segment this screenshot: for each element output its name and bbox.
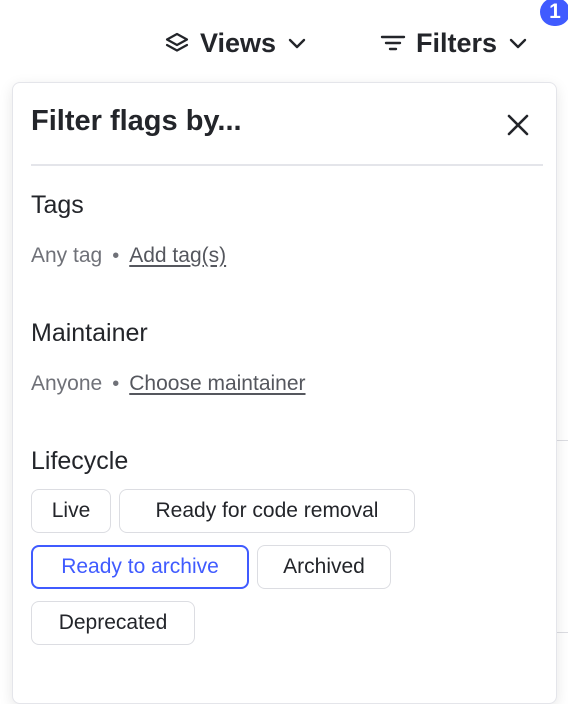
views-button[interactable]: Views (164, 26, 308, 60)
chevron-down-icon (286, 32, 308, 54)
views-label: Views (200, 27, 277, 58)
add-tags-link[interactable]: Add tag(s) (129, 244, 226, 268)
lifecycle-option-live[interactable]: Live (31, 489, 111, 533)
choose-maintainer-link[interactable]: Choose maintainer (129, 372, 305, 396)
lifecycle-option-deprecated[interactable]: Deprecated (31, 601, 195, 645)
lifecycle-option-ready-to-archive[interactable]: Ready to archive (31, 545, 249, 589)
filter-popover: Filter flags by... Tags Any tag • Add ta… (12, 82, 557, 704)
close-button[interactable] (504, 111, 532, 139)
maintainer-heading: Maintainer (31, 319, 148, 347)
filter-count-badge: 1 (540, 0, 568, 26)
lifecycle-heading: Lifecycle (31, 447, 129, 475)
chevron-down-icon (507, 32, 529, 54)
tags-row: Any tag • Add tag(s) (31, 244, 226, 268)
filter-icon (380, 32, 406, 54)
filters-label: Filters (416, 27, 498, 58)
background-divider (556, 632, 568, 633)
background-divider (556, 440, 568, 441)
toolbar: Views Filters 1 (0, 0, 568, 82)
close-icon (504, 114, 532, 143)
divider (31, 164, 543, 166)
maintainer-value: Anyone (31, 372, 103, 395)
tags-value: Any tag (31, 244, 103, 267)
separator-dot: • (112, 244, 120, 267)
lifecycle-option-ready-for-code-removal[interactable]: Ready for code removal (119, 489, 415, 533)
lifecycle-option-archived[interactable]: Archived (257, 545, 391, 589)
maintainer-row: Anyone • Choose maintainer (31, 372, 306, 396)
layers-icon (164, 31, 190, 55)
filters-button[interactable]: Filters (380, 26, 529, 60)
separator-dot: • (112, 372, 120, 395)
popover-title: Filter flags by... (31, 105, 242, 137)
tags-heading: Tags (31, 191, 84, 219)
